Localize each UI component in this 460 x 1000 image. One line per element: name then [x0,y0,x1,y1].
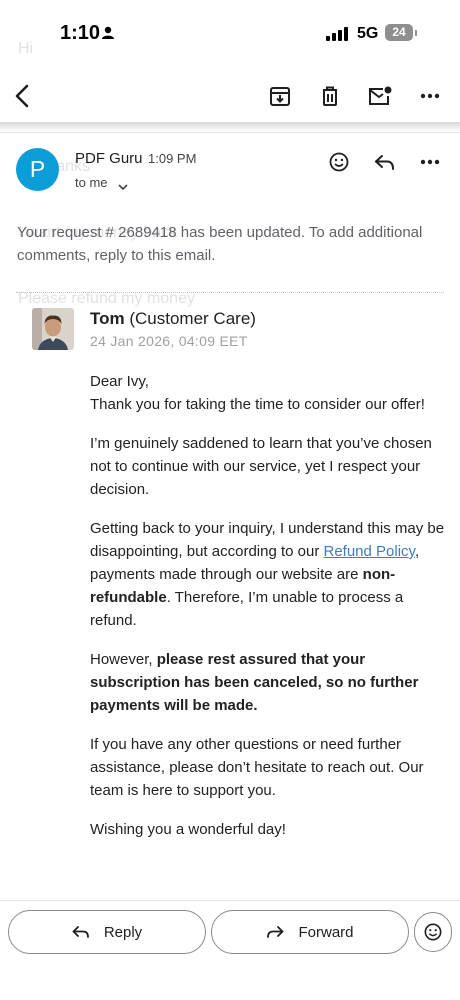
paragraph: If you have any other questions or need … [90,736,424,799]
greeting: Dear Ivy, [90,373,149,390]
thanks-line: Thank you for taking the time to conside… [90,396,425,413]
paragraph: I’m genuinely saddened to learn that you… [90,435,432,498]
signal-icon [326,27,348,46]
chevron-down-icon[interactable] [118,178,128,196]
person-icon [101,26,115,45]
message-body: Dear Ivy, Thank you for taking the time … [90,370,450,857]
paragraph: Getting back to your inquiry, I understa… [90,517,450,632]
email-intro: Your request # 2689418 has been updated.… [17,224,423,264]
text-span: However, [90,651,157,668]
divider [0,132,460,133]
battery-nub [415,30,417,36]
forward-icon [267,926,284,938]
back-icon[interactable] [8,82,36,110]
forward-button[interactable]: Forward [211,910,409,954]
reply-label: Reply [103,923,143,941]
agent-name: Tom (Customer Care) [90,309,256,329]
emoji-react-icon[interactable] [325,148,353,176]
agent-avatar [32,308,74,350]
network-type: 5G [357,25,379,42]
more-horizontal-icon[interactable] [416,148,444,176]
refund-policy-link[interactable]: Refund Policy [324,543,415,560]
agent-first-name: Tom [90,309,125,328]
agent-role: (Customer Care) [129,309,256,328]
toolbar-shadow [0,122,460,132]
reply-icon[interactable] [371,148,399,176]
agent-date: 24 Jan 2026, 04:09 EET [90,333,248,349]
status-bar: 1:10 5G 24 [0,0,460,66]
reply-button[interactable]: Reply [8,910,206,954]
reply-icon [72,926,89,938]
sender-avatar[interactable]: P [16,148,59,191]
sender-name[interactable]: PDF Guru [75,150,143,167]
emoji-icon [424,923,442,941]
paragraph: However, please rest assured that your s… [90,648,450,717]
emoji-react-button[interactable] [414,912,452,952]
archive-icon[interactable] [266,82,294,110]
more-horizontal-icon[interactable] [416,82,444,110]
battery-icon: 24 [385,24,413,41]
email-header: P PDF Guru 1:09 PM to me [0,140,460,210]
divider [0,900,460,901]
recipient-label[interactable]: to me [75,175,108,190]
status-time: 1:10 [60,22,101,44]
email-time: 1:09 PM [148,151,197,166]
trash-icon[interactable] [316,82,344,110]
paragraph: Wishing you a wonderful day! [90,821,286,838]
forward-label: Forward [298,923,354,941]
email-toolbar [0,68,460,124]
mail-unread-icon[interactable] [366,82,394,110]
divider [16,292,444,293]
